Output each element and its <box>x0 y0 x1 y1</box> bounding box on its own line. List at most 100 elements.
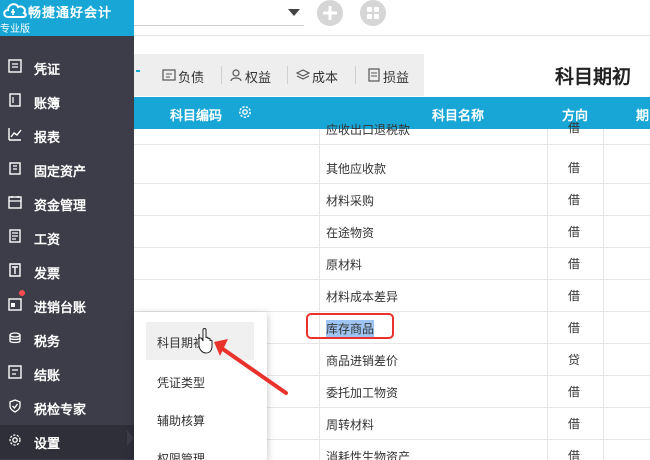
equity-icon <box>230 69 242 82</box>
plus-circle-icon <box>323 6 337 20</box>
apps-button[interactable] <box>360 0 386 26</box>
checkout-icon <box>8 365 22 379</box>
app-logo[interactable]: 畅捷通好会计 专业版 <box>0 0 134 36</box>
sidebar-item-reports[interactable]: 报表 <box>0 119 134 153</box>
tab-fragment <box>136 70 140 72</box>
layers-icon <box>296 69 310 80</box>
coins-icon <box>9 332 21 344</box>
direction-cell: 借 <box>568 417 581 431</box>
tab-divider <box>355 66 356 84</box>
account-name-cell: 消耗性生物资产 <box>326 450 411 460</box>
menu-item-label: 权限管理 <box>157 452 206 460</box>
tab-divider <box>287 66 288 84</box>
menu-item-permissions[interactable]: 权限管理 <box>134 438 267 460</box>
account-name-cell: 在途物资 <box>326 226 375 240</box>
ledger-icon <box>9 93 21 107</box>
sidebar-item-settings[interactable]: 设置 <box>0 425 134 459</box>
sidebar-item-tax[interactable]: 税务 <box>0 323 134 357</box>
tab-label: 成本 <box>312 71 339 86</box>
account-name-cell: 其他应收款 <box>326 162 387 176</box>
menu-item-label: 辅助核算 <box>157 414 206 428</box>
tab-equity[interactable]: 权益 <box>223 54 285 96</box>
table-row[interactable]: 材料采购 借 <box>134 185 650 216</box>
direction-cell: 借 <box>568 225 581 239</box>
building-icon <box>9 162 21 175</box>
submenu-caret <box>127 430 134 446</box>
account-name-cell: 原材料 <box>326 258 363 272</box>
sidebar-item-label: 报表 <box>34 131 61 146</box>
sidebar-item-label: 进销台账 <box>34 301 87 316</box>
tab-cost[interactable]: 成本 <box>290 54 354 96</box>
direction-cell: 借 <box>568 289 581 303</box>
account-name-cell: 周转材料 <box>326 418 375 432</box>
liability-icon <box>162 69 176 81</box>
direction-cell: 借 <box>568 321 581 335</box>
annotation-highlight-box <box>306 313 394 339</box>
page-title: 科目期初 <box>555 66 632 88</box>
column-settings-gear-icon[interactable] <box>238 105 252 119</box>
account-name-cell: 委托加工物资 <box>326 386 399 400</box>
chevron-down-icon <box>288 9 300 16</box>
direction-cell: 借 <box>568 385 581 399</box>
sidebar-item-checkout[interactable]: 结账 <box>0 357 134 391</box>
direction-cell: 借 <box>568 121 581 135</box>
direction-cell: 借 <box>568 257 581 271</box>
add-button[interactable] <box>317 0 343 26</box>
tab-label: 损益 <box>383 71 410 86</box>
sidebar-item-label: 结账 <box>34 369 61 384</box>
account-set-dropdown[interactable] <box>134 0 304 26</box>
calendar-icon <box>8 196 22 209</box>
sidebar-item-voucher[interactable]: 凭证 <box>0 51 134 85</box>
app-window: 畅捷通好会计 专业版 凭证 账簿 报表 固定资产 资金管理 工资 发票 进销台账… <box>0 0 650 460</box>
direction-cell: 借 <box>568 161 581 175</box>
sidebar-item-label: 税务 <box>34 335 61 350</box>
table-row[interactable]: 原材料 借 <box>134 249 650 280</box>
sidebar-item-tax-expert[interactable]: 税检专家 <box>0 391 134 425</box>
sidebar-item-salary[interactable]: 工资 <box>0 221 134 255</box>
direction-cell: 借 <box>568 449 581 460</box>
voucher-icon <box>8 59 22 73</box>
grid-icon <box>367 7 379 19</box>
cloud-logo-icon <box>3 3 27 18</box>
salary-icon <box>9 229 21 243</box>
account-name-cell: 应收出口退税款 <box>326 123 411 137</box>
profit-icon <box>368 68 380 82</box>
tab-label: 权益 <box>245 71 272 86</box>
sidebar-item-invoice[interactable]: 发票 <box>0 255 134 289</box>
account-name-cell: 材料成本差异 <box>326 290 399 304</box>
account-name-cell: 商品进销差价 <box>326 354 399 368</box>
table-row[interactable]: 材料成本差异 借 <box>134 281 650 312</box>
tab-profit[interactable]: 损益 <box>361 54 423 96</box>
tab-divider <box>221 66 222 84</box>
shield-icon <box>9 399 21 413</box>
chart-icon <box>8 128 22 141</box>
tab-liability[interactable]: 负债 <box>156 54 220 96</box>
app-title: 畅捷通好会计 <box>28 6 113 21</box>
sidebar: 凭证 账簿 报表 固定资产 资金管理 工资 发票 进销台账 税务 结账 税检专家… <box>0 36 134 460</box>
tab-label: 负债 <box>178 71 205 86</box>
menu-item-auxiliary-accounting[interactable]: 辅助核算 <box>134 400 267 438</box>
sidebar-item-label: 设置 <box>34 437 61 452</box>
sidebar-item-ledger[interactable]: 账簿 <box>0 85 134 119</box>
category-tabs: 负债 权益 成本 损益 <box>134 54 424 96</box>
invoice-icon <box>9 263 21 277</box>
top-bar: 畅捷通好会计 专业版 <box>0 0 650 36</box>
hand-cursor-icon <box>198 328 213 354</box>
gear-icon <box>9 434 21 446</box>
sidebar-item-label: 凭证 <box>34 63 61 78</box>
sidebar-item-label: 税检专家 <box>34 403 87 418</box>
sidebar-item-fixed-assets[interactable]: 固定资产 <box>0 153 134 187</box>
notification-dot <box>19 290 25 296</box>
sidebar-item-label: 固定资产 <box>34 165 87 180</box>
table-row[interactable]: 应收出口退税款 借 <box>134 121 650 145</box>
account-name-cell: 材料采购 <box>326 194 375 208</box>
sidebar-item-label: 工资 <box>34 233 61 248</box>
app-edition: 专业版 <box>0 24 30 35</box>
table-row[interactable]: 在途物资 借 <box>134 217 650 248</box>
table-row[interactable]: 其他应收款 借 <box>134 153 650 184</box>
sidebar-item-label: 账簿 <box>34 97 61 112</box>
sidebar-item-label: 发票 <box>34 267 61 282</box>
sidebar-item-label: 资金管理 <box>34 199 87 214</box>
sidebar-item-funds[interactable]: 资金管理 <box>0 187 134 221</box>
direction-cell: 借 <box>568 193 581 207</box>
